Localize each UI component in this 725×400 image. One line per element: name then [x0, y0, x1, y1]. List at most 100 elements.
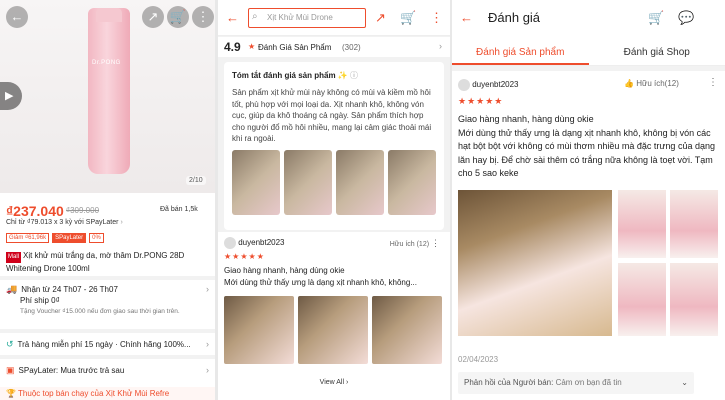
more-icon[interactable]: ⋮: [192, 6, 214, 28]
tab-shop-reviews[interactable]: Đánh giá Shop: [589, 40, 725, 65]
review-image[interactable]: [372, 296, 442, 364]
review-tabs: Đánh giá Sản phẩm Đánh giá Shop: [452, 40, 725, 66]
back-icon[interactable]: ←: [460, 10, 473, 25]
review-date: 02/04/2023: [458, 355, 499, 364]
star-icon: ★: [248, 42, 256, 51]
thumbs-up-icon: 👍: [624, 79, 634, 88]
discount-tag[interactable]: Giảm ₫61,96k: [6, 233, 50, 243]
review-detail-panel: ← Đánh giá 🛒 💬 Đánh giá Sản phẩm Đánh gi…: [452, 0, 725, 400]
video-thumbnail[interactable]: [388, 150, 436, 215]
avatar: [458, 79, 470, 91]
rating-summary[interactable]: 4.9 ★ Đánh Giá Sản Phẩm (302) ›: [218, 37, 450, 57]
video-thumbnail[interactable]: [336, 150, 384, 215]
chevron-right-icon: ›: [206, 284, 209, 294]
truck-icon: 🚚: [6, 284, 18, 294]
review-line-2: Mới dùng thử thấy ưng là dạng xịt nhanh …: [224, 278, 417, 287]
review-image[interactable]: [618, 190, 666, 258]
review-image[interactable]: [224, 296, 294, 364]
detail-header: ← Đánh giá 🛒 💬: [452, 0, 725, 38]
chevron-right-icon: ›: [346, 379, 349, 386]
bottle-graphic: [88, 8, 130, 174]
review-image[interactable]: [298, 296, 368, 364]
video-thumbnail[interactable]: [284, 150, 332, 215]
rating-count: (302): [342, 43, 361, 52]
review-image[interactable]: [670, 263, 718, 336]
helpful-button[interactable]: 👍 Hữu ích(12): [624, 79, 679, 88]
wallet-icon: ▣: [6, 365, 15, 375]
review-stars: ★★★★★: [458, 96, 504, 106]
rating-score: 4.9: [224, 40, 241, 54]
product-image[interactable]: Dr.PONG: [0, 0, 215, 193]
review-line-1: Giao hàng nhanh, hàng dùng okie: [458, 114, 594, 124]
ai-summary-card: Tóm tắt đánh giá sản phẩm ✨ ⓘ Sản phẩm x…: [224, 62, 444, 230]
review-image[interactable]: [458, 190, 612, 336]
reviews-panel: ← Xịt Khử Mùi Drone ⌕ ↗ 🛒 ⋮ 4.9 ★ Đánh G…: [218, 0, 450, 400]
cart-icon[interactable]: 🛒: [648, 10, 664, 26]
product-panel: Dr.PONG ← ↗ 🛒 ⋮ ▶ 2/10 ₫237.040 ₫309.000…: [0, 0, 215, 400]
rating-label: Đánh Giá Sản Phẩm: [258, 43, 332, 52]
chevron-right-icon: ›: [206, 339, 209, 349]
helpful-button[interactable]: Hữu ích (12) ⋮: [390, 238, 440, 249]
shipping-fee: Phí ship 0₫: [20, 296, 60, 305]
reviewer-name: duyenbt2023: [472, 80, 519, 90]
review-images: [224, 296, 442, 364]
divider: [0, 276, 215, 280]
more-icon[interactable]: ⋮: [708, 77, 718, 88]
review-text: Giao hàng nhanh, hàng dùng okie Mới dùng …: [458, 113, 718, 181]
more-icon[interactable]: ⋮: [431, 238, 440, 248]
more-icon[interactable]: ⋮: [430, 10, 443, 26]
spaylater-row[interactable]: ▣ SPayLater: Mua trước trả sau: [6, 365, 124, 376]
percent-tag: 0%: [89, 233, 104, 243]
seller-reply[interactable]: Phản hồi của Người bán: Cảm ơn bạn đã ti…: [458, 372, 694, 394]
price: ₫237.040: [6, 203, 64, 219]
search-header: ← Xịt Khử Mùi Drone ⌕ ↗ 🛒 ⋮: [218, 0, 450, 36]
review-body: Mới dùng thử thấy ưng là dạng xịt nhanh …: [458, 127, 715, 179]
info-icon[interactable]: ⓘ: [350, 71, 358, 80]
page-title: Đánh giá: [488, 10, 541, 25]
chevron-down-icon: ⌄: [681, 378, 688, 387]
view-all-link[interactable]: View All ›: [218, 379, 450, 386]
delivery-row[interactable]: 🚚 Nhận từ 24 Th07 - 26 Th07: [6, 284, 118, 295]
back-icon[interactable]: ←: [6, 6, 28, 28]
divider: [452, 66, 725, 71]
chevron-right-icon: ›: [439, 41, 442, 51]
reviewer-row: duyenbt2023: [224, 237, 285, 249]
search-input[interactable]: Xịt Khử Mùi Drone: [248, 8, 366, 28]
review-stars: ★★★★★: [224, 252, 265, 261]
reviewer-name: duyenbt2023: [238, 238, 285, 248]
divider: [0, 329, 215, 333]
bottle-cap-graphic: [96, 8, 122, 22]
old-price: ₫309.000: [66, 206, 100, 215]
returns-row[interactable]: ↺ Trả hàng miễn phí 15 ngày · Chính hãng …: [6, 339, 191, 350]
review-image[interactable]: [618, 263, 666, 336]
bottle-brand-text: Dr.PONG: [92, 60, 121, 66]
chevron-right-icon: ›: [206, 365, 209, 375]
avatar: [224, 237, 236, 249]
review-card[interactable]: duyenbt2023 Hữu ích (12) ⋮ ★★★★★ Giao hà…: [218, 232, 450, 400]
product-title: Mall Xịt khử mùi trắng da, mờ thâm Dr.PON…: [6, 251, 185, 273]
image-counter: 2/10: [186, 176, 206, 185]
mall-badge: Mall: [6, 252, 22, 263]
promo-tags: Giảm ₫61,96k SPayLater 0%: [6, 233, 104, 243]
summary-body: Sản phẩm xịt khử mùi này không có mùi và…: [232, 88, 432, 143]
cart-icon[interactable]: 🛒: [400, 10, 416, 26]
cart-icon[interactable]: 🛒: [167, 6, 189, 28]
reviewer-row: duyenbt2023: [458, 79, 519, 91]
search-icon: ⌕: [252, 11, 258, 22]
share-icon[interactable]: ↗: [142, 6, 164, 28]
summary-title: Tóm tắt đánh giá sản phẩm: [232, 71, 336, 80]
paylater-info[interactable]: Chỉ từ ₫79.013 x 3 kỳ với SPayLater ›: [6, 219, 123, 226]
share-icon[interactable]: ↗: [375, 10, 386, 26]
trophy-icon: 🏆: [6, 389, 19, 398]
back-icon[interactable]: ←: [226, 10, 239, 25]
chat-icon[interactable]: 💬: [678, 10, 694, 26]
return-icon: ↺: [6, 339, 14, 349]
video-thumbnail[interactable]: [232, 150, 280, 215]
bestseller-bar[interactable]: 🏆 Thuộc top bán chạy của Xịt Khử Mùi Ref…: [0, 387, 215, 400]
divider: [0, 355, 215, 359]
sold-count: Đã bán 1,5k: [160, 206, 198, 213]
voucher-note: Tặng Voucher ₫15.000 nếu đơn giao sau th…: [20, 308, 180, 315]
review-image[interactable]: [670, 190, 718, 258]
ai-sparkle-icon: ✨: [337, 71, 348, 80]
tab-product-reviews[interactable]: Đánh giá Sản phẩm: [452, 40, 589, 65]
